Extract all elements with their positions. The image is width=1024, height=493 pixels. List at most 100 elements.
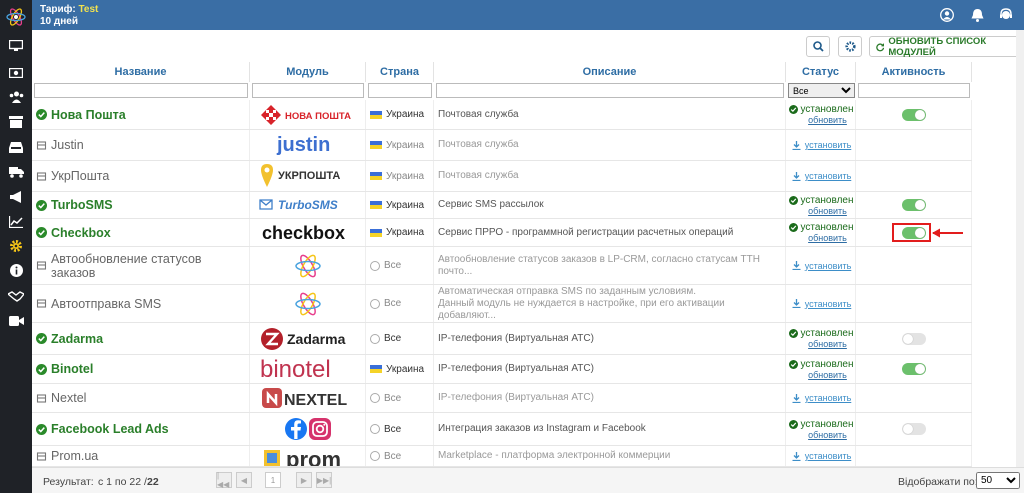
install-link[interactable]: установить bbox=[805, 451, 852, 461]
install-link[interactable]: установить bbox=[805, 393, 852, 403]
col-name-header[interactable]: Название bbox=[32, 62, 250, 82]
country-cell: Все bbox=[366, 446, 434, 466]
page-number-input[interactable]: 1 bbox=[265, 472, 281, 488]
users-icon[interactable] bbox=[0, 85, 32, 109]
money-icon[interactable] bbox=[0, 61, 32, 85]
last-page-button[interactable]: ▶▶| bbox=[316, 472, 332, 488]
module-logo-cell: TurboSMS bbox=[250, 192, 366, 218]
archive-icon[interactable] bbox=[0, 110, 32, 134]
module-description: Сервис SMS рассылок bbox=[434, 192, 786, 218]
update-link[interactable]: обновить bbox=[796, 430, 847, 440]
module-name[interactable]: УкрПошта bbox=[51, 169, 109, 183]
activity-cell bbox=[856, 192, 972, 218]
activity-toggle[interactable] bbox=[901, 199, 926, 211]
module-logo-cell: УКРПОШТА bbox=[250, 161, 366, 191]
info-icon[interactable] bbox=[0, 258, 32, 282]
scrollbar[interactable] bbox=[1016, 30, 1024, 467]
per-page-select[interactable]: 50 bbox=[976, 472, 1020, 489]
table-row: Nextel NEXTEL Все IP-телефония (Виртуаль… bbox=[32, 384, 972, 413]
table-row: УкрПошта УКРПОШТА Украина Почтовая служб… bbox=[32, 161, 972, 192]
activity-toggle[interactable] bbox=[901, 363, 926, 375]
refresh-modules-button[interactable]: ОБНОВИТЬ СПИСОК МОДУЛЕЙ bbox=[869, 36, 1019, 58]
activity-toggle[interactable] bbox=[901, 108, 926, 121]
module-name[interactable]: Автообновление статусов заказов bbox=[51, 252, 249, 280]
activity-cell bbox=[856, 100, 972, 129]
module-name-cell: Нова Пошта bbox=[32, 100, 250, 129]
col-status-header[interactable]: Статус bbox=[786, 62, 856, 82]
module-logo-cell bbox=[250, 247, 366, 284]
monitor-icon[interactable] bbox=[0, 34, 32, 58]
check-circle-icon bbox=[789, 105, 799, 114]
col-module-header[interactable]: Модуль bbox=[250, 62, 366, 82]
install-link[interactable]: установить bbox=[805, 140, 852, 150]
filter-name-input[interactable] bbox=[34, 83, 248, 98]
module-name[interactable]: Нова Пошта bbox=[51, 108, 126, 122]
filter-country-input[interactable] bbox=[368, 83, 432, 98]
module-name[interactable]: Justin bbox=[51, 138, 84, 152]
country-cell: Все bbox=[366, 384, 434, 412]
binotel-logo: binotel bbox=[260, 356, 331, 382]
col-description-header[interactable]: Описание bbox=[434, 62, 786, 82]
support-icon[interactable] bbox=[998, 7, 1014, 23]
chart-icon[interactable] bbox=[0, 210, 32, 234]
video-icon[interactable] bbox=[0, 309, 32, 333]
activity-cell bbox=[856, 161, 972, 191]
module-name[interactable]: Nextel bbox=[51, 391, 86, 405]
settings-button[interactable] bbox=[838, 36, 862, 57]
install-link[interactable]: установить bbox=[805, 261, 852, 271]
megaphone-icon[interactable] bbox=[0, 185, 32, 209]
check-circle-icon bbox=[36, 363, 47, 375]
gear-icon[interactable] bbox=[0, 234, 32, 258]
filter-description-input[interactable] bbox=[436, 83, 784, 98]
activity-cell bbox=[856, 130, 972, 160]
next-page-button[interactable]: ▶ bbox=[296, 472, 312, 488]
module-name[interactable]: Zadarma bbox=[51, 332, 103, 346]
handshake-icon[interactable] bbox=[0, 284, 32, 308]
user-icon[interactable] bbox=[939, 7, 955, 23]
activity-cell bbox=[856, 323, 972, 354]
tariff-plan[interactable]: Test bbox=[79, 4, 99, 15]
update-link[interactable]: обновить bbox=[796, 115, 847, 125]
update-link[interactable]: обновить bbox=[796, 370, 847, 380]
update-link[interactable]: обновить bbox=[796, 233, 847, 243]
check-circle-icon bbox=[36, 227, 47, 238]
globe-icon bbox=[370, 451, 380, 461]
col-activity-header[interactable]: Активность bbox=[856, 62, 972, 82]
col-country-header[interactable]: Страна bbox=[366, 62, 434, 82]
truck-icon[interactable] bbox=[0, 160, 32, 184]
table-row: TurboSMS TurboSMS Украина Сервис SMS рас… bbox=[32, 192, 972, 219]
module-name[interactable]: Facebook Lead Ads bbox=[51, 422, 169, 436]
inbox-icon[interactable] bbox=[0, 135, 32, 159]
module-logo-cell: justin bbox=[250, 130, 366, 160]
filter-status-select[interactable]: Все bbox=[788, 83, 855, 98]
module-name[interactable]: Checkbox bbox=[51, 226, 111, 240]
activity-toggle[interactable] bbox=[901, 423, 926, 435]
logo-icon[interactable] bbox=[0, 0, 32, 34]
install-link[interactable]: установить bbox=[805, 299, 852, 309]
filter-activity-input[interactable] bbox=[858, 83, 970, 98]
module-name[interactable]: Автоотправка SMS bbox=[51, 297, 161, 311]
search-button[interactable] bbox=[806, 36, 830, 57]
activity-toggle[interactable] bbox=[901, 332, 926, 345]
bell-icon[interactable] bbox=[969, 7, 985, 23]
country-cell: Украина bbox=[366, 192, 434, 218]
search-icon bbox=[812, 41, 824, 52]
prev-page-button[interactable]: ◀ bbox=[236, 472, 252, 488]
update-link[interactable]: обновить bbox=[796, 339, 847, 349]
module-name[interactable]: Prom.ua bbox=[51, 449, 98, 463]
module-name-cell: УкрПошта bbox=[32, 161, 250, 191]
module-name[interactable]: TurboSMS bbox=[51, 198, 113, 212]
filter-module-input[interactable] bbox=[252, 83, 364, 98]
justin-logo-text: justin bbox=[276, 134, 330, 156]
update-link[interactable]: обновить bbox=[796, 206, 847, 216]
install-link[interactable]: установить bbox=[805, 171, 852, 181]
first-page-button[interactable]: |◀◀ bbox=[216, 471, 232, 489]
module-description: Интеграция заказов из Instagram и Facebo… bbox=[434, 413, 786, 445]
download-icon bbox=[792, 393, 801, 403]
country-cell: Все bbox=[366, 285, 434, 322]
ukrposhta-logo: УКРПОШТА bbox=[260, 164, 340, 187]
country-cell: Все bbox=[366, 413, 434, 445]
lp-crm-logo bbox=[294, 292, 321, 315]
module-name[interactable]: Binotel bbox=[51, 362, 93, 376]
table-row: Нова Пошта НОВА ПОШТА Украина Почтовая с… bbox=[32, 100, 972, 130]
